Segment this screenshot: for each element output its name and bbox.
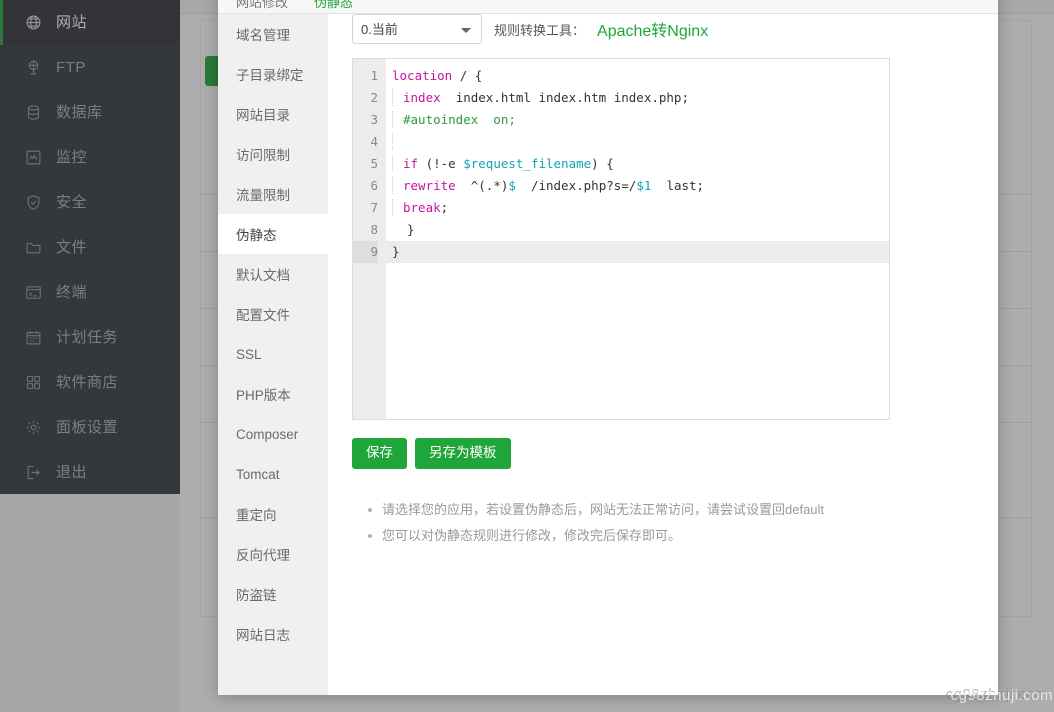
editor-line-number: 1 bbox=[370, 68, 378, 83]
save-as-template-button[interactable]: 另存为模板 bbox=[415, 438, 511, 469]
hint-item: 请选择您的应用，若设置伪静态后，网站无法正常访问，请尝试设置回default bbox=[368, 497, 978, 523]
editor-code-line: } bbox=[386, 219, 889, 241]
code-token: index bbox=[403, 90, 441, 105]
editor-line-number: 3 bbox=[370, 112, 378, 127]
code-token: $request_filename bbox=[463, 156, 592, 171]
converter-label: 规则转换工具： bbox=[494, 22, 586, 38]
editor-line-number: 9 bbox=[353, 241, 378, 263]
editor-line-number: 8 bbox=[370, 222, 378, 237]
editor-code-line: } bbox=[386, 241, 889, 263]
sub-nav-item-php-version[interactable]: PHP版本 bbox=[218, 374, 328, 414]
editor-code-line bbox=[386, 131, 889, 153]
sub-nav-item-site-dir[interactable]: 网站目录 bbox=[218, 94, 328, 134]
editor-line-number: 4 bbox=[370, 134, 378, 149]
rewrite-template-select[interactable]: 0.当前 bbox=[352, 14, 482, 44]
editor-code-area[interactable]: location / {index index.html index.htm i… bbox=[386, 59, 889, 419]
tab-rewrite[interactable]: 伪静态 bbox=[314, 0, 353, 11]
code-token: $ bbox=[508, 178, 516, 193]
sub-nav-item-redirect[interactable]: 重定向 bbox=[218, 494, 328, 534]
editor-code-line: rewrite ^(.*)$ /index.php?s=/$1 last; bbox=[386, 175, 889, 197]
code-token: ^(.*) bbox=[455, 178, 509, 193]
editor-code-line: #autoindex on; bbox=[386, 109, 889, 131]
hint-list: 请选择您的应用，若设置伪静态后，网站无法正常访问，请尝试设置回default 您… bbox=[352, 497, 978, 549]
editor-code-line: break; bbox=[386, 197, 889, 219]
editor-code-line: location / { bbox=[386, 65, 889, 87]
indent-guide bbox=[392, 111, 403, 128]
code-token: ; bbox=[440, 200, 449, 215]
editor-line-number: 6 bbox=[370, 178, 378, 193]
sub-nav-item-domain[interactable]: 域名管理 bbox=[218, 14, 328, 54]
code-token: } bbox=[392, 244, 400, 259]
indent-guide bbox=[392, 89, 403, 106]
sub-nav-item-traffic-limit[interactable]: 流量限制 bbox=[218, 174, 328, 214]
site-settings-modal: 网站修改 伪静态 域名管理 子目录绑定 网站目录 访问限制 流量限制 伪静态 默… bbox=[218, 0, 998, 695]
editor-line-number: 5 bbox=[370, 156, 378, 171]
code-token: last; bbox=[651, 178, 705, 193]
modal-sub-nav: 域名管理 子目录绑定 网站目录 访问限制 流量限制 伪静态 默认文档 配置文件 … bbox=[218, 0, 328, 695]
save-button[interactable]: 保存 bbox=[352, 438, 407, 469]
modal-action-buttons: 保存 另存为模板 bbox=[352, 438, 978, 469]
modal-tab-bar: 网站修改 伪静态 bbox=[218, 0, 998, 14]
rewrite-code-editor[interactable]: 123456789 location / {index index.html i… bbox=[352, 58, 890, 420]
sub-nav-item-config-file[interactable]: 配置文件 bbox=[218, 294, 328, 334]
editor-line-number: 7 bbox=[370, 200, 378, 215]
indent-guide bbox=[392, 199, 403, 216]
sub-nav-item-access-limit[interactable]: 访问限制 bbox=[218, 134, 328, 174]
sub-nav-item-ssl[interactable]: SSL bbox=[218, 334, 328, 374]
editor-line-number: 2 bbox=[370, 90, 378, 105]
code-token: #autoindex on; bbox=[403, 112, 516, 127]
code-token: $1 bbox=[636, 178, 652, 193]
sub-nav-item-anti-leech[interactable]: 防盗链 bbox=[218, 574, 328, 614]
code-token: location bbox=[392, 68, 460, 83]
indent-guide bbox=[392, 177, 403, 194]
editor-code-line: index index.html index.htm index.php; bbox=[386, 87, 889, 109]
sub-nav-item-site-log[interactable]: 网站日志 bbox=[218, 614, 328, 654]
hint-item: 您可以对伪静态规则进行修改，修改完后保存即可。 bbox=[368, 523, 978, 549]
sub-nav-item-rewrite[interactable]: 伪静态 bbox=[218, 214, 328, 254]
code-token: } bbox=[392, 222, 415, 237]
rewrite-toolbar: 0.当前 规则转换工具： Apache转Nginx bbox=[352, 14, 978, 44]
code-token: / { bbox=[459, 68, 483, 83]
tab-website-modify[interactable]: 网站修改 bbox=[236, 0, 288, 11]
indent-guide bbox=[392, 155, 403, 172]
code-token: /index.php?s=/ bbox=[515, 178, 637, 193]
code-token: break bbox=[403, 200, 441, 215]
code-token: index.html index.htm index.php; bbox=[440, 90, 689, 105]
code-token: if bbox=[403, 156, 419, 171]
code-token: (!-e bbox=[418, 156, 464, 171]
modal-body: 0.当前 规则转换工具： Apache转Nginx 1 2 3 4 5 6 7 8 9 loca… bbox=[328, 0, 998, 695]
editor-line-numbers: 1 2 3 4 5 6 7 8 9 bbox=[353, 59, 386, 419]
sub-nav-item-composer[interactable]: Composer bbox=[218, 414, 328, 454]
sub-nav-item-subdir-bind[interactable]: 子目录绑定 bbox=[218, 54, 328, 94]
sub-nav-item-default-doc[interactable]: 默认文档 bbox=[218, 254, 328, 294]
app-root: 网站 FTP 数据库 监控 安全 文件 终端 计划任务 软件商店 面板设置 退出… bbox=[0, 0, 1054, 712]
code-token: rewrite bbox=[403, 178, 456, 193]
sub-nav-item-tomcat[interactable]: Tomcat bbox=[218, 454, 328, 494]
sub-nav-item-reverse-proxy[interactable]: 反向代理 bbox=[218, 534, 328, 574]
apache-to-nginx-link[interactable]: Apache转Nginx bbox=[597, 17, 708, 41]
code-token: ) { bbox=[591, 156, 614, 171]
editor-code-line: if (!-e $request_filename) { bbox=[386, 153, 889, 175]
indent-guide bbox=[392, 133, 403, 150]
